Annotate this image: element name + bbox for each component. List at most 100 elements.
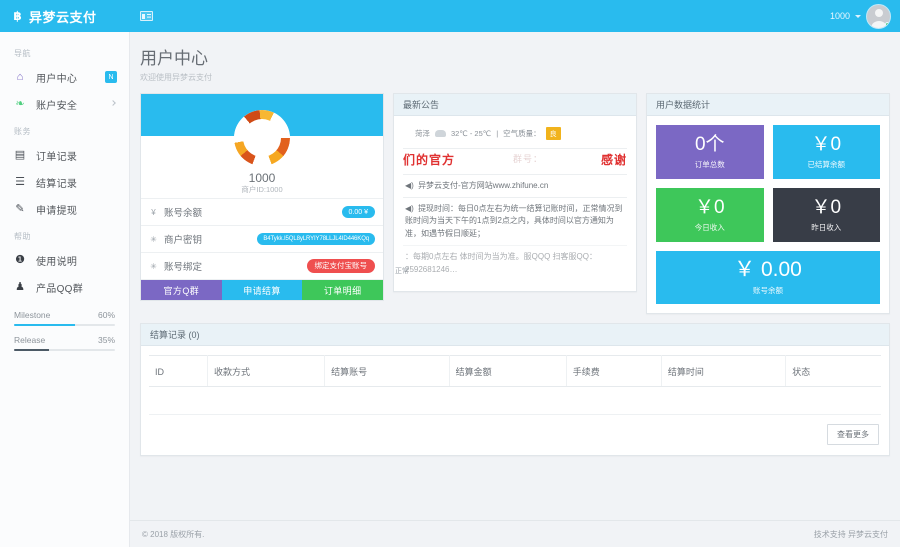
sidebar-group-title-nav: 导航 <box>14 49 31 58</box>
settlement-records-panel: 结算记录 (0) ID 收款方式 结算账号 结算金额 手续费 结算时间 状态 查… <box>140 323 890 456</box>
stats-panel-title: 用户数据统计 <box>647 94 889 116</box>
sidebar-item-apply-withdraw[interactable]: ✎ 申请提现 <box>0 196 129 223</box>
profile-card: 1000 商户ID:1000 ¥ 账号余额 0.00 ¥ ✳ 商户密钥 B4Ty… <box>140 93 409 301</box>
settlement-table-title: 结算记录 (0) <box>141 324 889 346</box>
apply-settlement-button[interactable]: 申请结算 <box>221 280 303 300</box>
stat-total-orders[interactable]: 0个 订单总数 <box>656 125 764 179</box>
sidebar-item-label: 账户安全 <box>36 101 78 112</box>
sidebar-item-account-security[interactable]: ❧ 账户安全 <box>0 91 129 118</box>
profile-info-list: ¥ 账号余额 0.00 ¥ ✳ 商户密钥 B4Tykk.I5QL8yLRYIY7… <box>141 198 409 280</box>
sidebar-item-product-qq-group[interactable]: ♟ 产品QQ群 <box>0 274 129 301</box>
sidebar-item-settlement-records[interactable]: ☰ 结算记录 <box>0 169 129 196</box>
stats-grid: 0个 订单总数 ￥0 已结算余额 ￥0 今日收入 ￥0 昨日收入 ￥ 0.00 … <box>656 125 880 304</box>
view-more-button[interactable]: 查看更多 <box>827 424 879 445</box>
progress-percent: 60% <box>97 310 115 320</box>
sidebar-item-label: 申请提现 <box>36 206 78 217</box>
sidebar-toggle-button[interactable] <box>130 0 162 32</box>
stat-yesterday-income[interactable]: ￥0 昨日收入 <box>772 188 880 242</box>
edit-icon: ✎ <box>15 203 25 215</box>
settlement-table: ID 收款方式 结算账号 结算金额 手续费 结算时间 状态 <box>149 355 881 415</box>
column-header-fee: 手续费 <box>566 355 662 387</box>
sidebar-item-instructions[interactable]: ❶ 使用说明 <box>0 247 129 274</box>
sidebar-item-label: 使用说明 <box>36 257 78 268</box>
progress-track <box>14 349 115 351</box>
brand[interactable]: ฿ 异梦云支付 <box>0 0 130 32</box>
profile-merchant-id: 商户ID:1000 <box>241 185 283 194</box>
stat-label: 账号余额 <box>753 286 783 295</box>
profile-row-balance: ¥ 账号余额 0.00 ¥ <box>141 199 383 226</box>
stat-today-income[interactable]: ￥0 今日收入 <box>656 188 764 242</box>
column-header-id: ID <box>149 355 209 387</box>
column-header-amount: 结算金额 <box>449 355 567 387</box>
page-title: 用户中心 <box>140 49 208 68</box>
notice-item[interactable]: ◀) 异梦云支付-官方网站www.zhifune.cn <box>403 173 627 197</box>
profile-action-buttons: 官方Q群 申请结算 订单明细 <box>141 280 384 300</box>
notice-headline-right: 感谢 <box>600 153 627 167</box>
brand-logo-icon: ฿ <box>13 9 22 23</box>
merchant-key-badge[interactable]: B4Tykk.I5QL8yLRYIY78LLJL4ID446KQq <box>257 233 375 245</box>
megaphone-icon: ◀) <box>405 203 414 213</box>
sidebar-item-label: 用户中心 <box>36 74 78 85</box>
profile-row-label: 商户密钥 <box>164 235 203 246</box>
table-header: ID 收款方式 结算账号 结算金额 手续费 结算时间 状态 <box>149 355 881 387</box>
sidebar-item-order-records[interactable]: ▤ 订单记录 <box>0 142 129 169</box>
bind-alipay-button[interactable]: 绑定支付宝账号 <box>306 259 375 273</box>
weather-line: 菏泽 32℃ - 25℃ | 空气质量： 良 <box>403 124 627 148</box>
progress-fill <box>14 349 50 351</box>
progress-label: Release <box>14 335 46 345</box>
cloud-icon <box>435 130 446 137</box>
avatar[interactable] <box>866 3 891 29</box>
profile-row-merchant-key: ✳ 商户密钥 B4Tykk.I5QL8yLRYIY78LLJL4ID446KQq <box>141 226 383 253</box>
notice-item-text: 提现时间：每日0点左右为统一结算记账时间，正常情况到账时间为当天下午的1点到2点… <box>405 203 623 238</box>
page-subtitle: 欢迎使用异梦云支付 <box>140 73 212 82</box>
user-menu[interactable]: 1000 <box>829 3 900 29</box>
leaf-icon: ❧ <box>15 98 25 110</box>
home-icon: ⌂ <box>16 71 24 83</box>
stats-body: 0个 订单总数 ￥0 已结算余额 ￥0 今日收入 ￥0 昨日收入 ￥ 0.00 … <box>647 116 889 313</box>
sidebar-item-user-center[interactable]: ⌂ 用户中心 N <box>0 64 129 91</box>
stat-settled-balance[interactable]: ￥0 已结算余额 <box>772 125 880 179</box>
stat-label: 今日收入 <box>694 222 725 232</box>
stat-value: ￥0 <box>694 196 725 218</box>
notice-body: 菏泽 32℃ - 25℃ | 空气质量： 良 们的官方 群号： 感谢 ◀) 异梦… <box>394 116 636 291</box>
notice-item-text: ：每期0点左右 体时间为当为准。服QQQ 扫客服QQ：2592681246… <box>405 252 598 274</box>
notice-item[interactable]: ◀) 提现时间：每日0点左右为统一结算记账时间，正常情况到账时间为当天下午的1点… <box>403 196 627 245</box>
stat-value: ￥0 <box>811 133 842 155</box>
balance-value-badge: 0.00 ¥ <box>341 206 375 218</box>
profile-avatar-area: 1000 商户ID:1000 <box>141 110 383 198</box>
order-detail-button[interactable]: 订单明细 <box>302 280 384 300</box>
megaphone-icon: ◀) <box>405 180 414 190</box>
key-icon: ✳ <box>150 234 157 244</box>
profile-row-account-binding: ✳ 账号绑定 绑定支付宝账号 正常 <box>141 253 409 280</box>
sidebar-group-title-help: 帮助 <box>14 232 31 241</box>
ball-graphic <box>234 110 290 166</box>
sidebar-badge-new: N <box>105 71 117 83</box>
stat-value: 0个 <box>694 133 725 155</box>
settlement-table-wrap: ID 收款方式 结算账号 结算金额 手续费 结算时间 状态 查看更多 <box>141 346 889 455</box>
notice-headline[interactable]: 们的官方 群号： 感谢 <box>403 148 627 174</box>
weather-temp: 32℃ - 25℃ <box>451 129 492 138</box>
book-icon: ▤ <box>14 149 26 161</box>
notice-item[interactable]: ：每期0点左右 体时间为当为准。服QQQ 扫客服QQ：2592681246… <box>403 245 627 281</box>
footer-credit: 技术支持 异梦云支付 <box>813 529 888 539</box>
chevron-right-icon <box>110 100 116 106</box>
progress-milestone: Milestone 60% <box>0 301 129 326</box>
air-quality-label: 空气质量： <box>503 129 541 138</box>
notice-headline-text: 们的官方 <box>403 153 456 167</box>
profile-row-label: 账号余额 <box>164 208 203 219</box>
user-ball-avatar <box>234 110 290 166</box>
dashboard-row: 1000 商户ID:1000 ¥ 账号余额 0.00 ¥ ✳ 商户密钥 B4Ty… <box>130 93 900 314</box>
weather-divider: | <box>496 129 499 138</box>
user-menu-label: 1000 <box>829 11 850 21</box>
column-header-method: 收款方式 <box>207 355 326 387</box>
info-icon: ❶ <box>15 254 25 266</box>
stat-account-balance[interactable]: ￥ 0.00 账号余额 <box>656 251 880 304</box>
table-body <box>149 386 881 415</box>
air-quality-badge: 良 <box>545 127 561 140</box>
notice-headline-faded: 群号： <box>512 154 543 165</box>
stat-label: 订单总数 <box>694 159 725 169</box>
link-icon: ✳ <box>150 261 157 271</box>
notice-item-text: 异梦云支付-官方网站www.zhifune.cn <box>418 180 549 190</box>
sidebar-item-label: 结算记录 <box>36 179 78 190</box>
official-qq-group-button[interactable]: 官方Q群 <box>141 280 222 300</box>
